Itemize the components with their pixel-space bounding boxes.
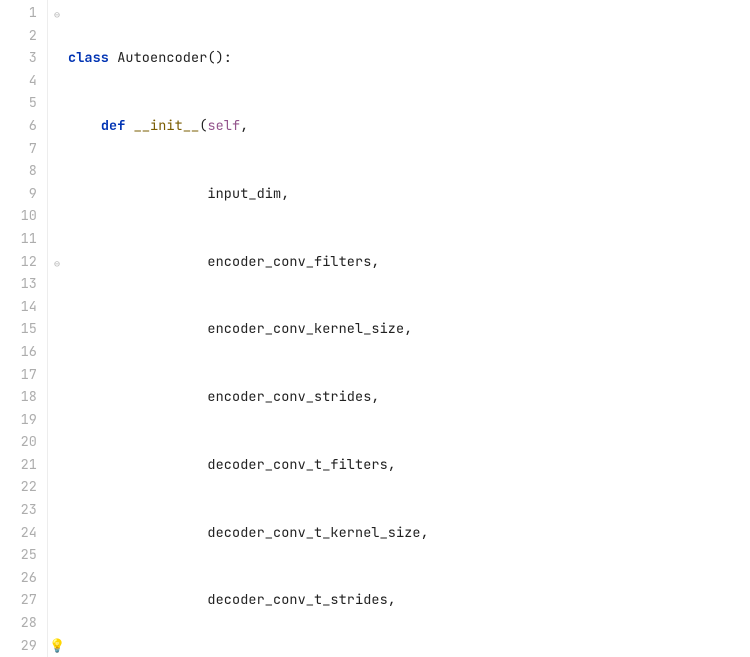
code-line[interactable]: class Autoencoder():	[68, 47, 750, 70]
line-number: 16	[0, 341, 37, 364]
fold-icon[interactable]: ⊖	[51, 253, 63, 276]
line-number: 18	[0, 386, 37, 409]
line-number: 27	[0, 589, 37, 612]
line-number: 17	[0, 364, 37, 387]
line-number: 24	[0, 522, 37, 545]
code-line[interactable]: encoder_conv_strides,	[68, 386, 750, 409]
code-editor[interactable]: 1234567891011121314151617181920212223242…	[0, 0, 750, 657]
line-number: 25	[0, 544, 37, 567]
code-line[interactable]: decoder_conv_t_filters,	[68, 454, 750, 477]
line-number-gutter: 1234567891011121314151617181920212223242…	[0, 0, 48, 657]
code-line[interactable]: decoder_conv_t_strides,	[68, 589, 750, 612]
line-number: 22	[0, 476, 37, 499]
code-line[interactable]: def __init__(self,	[68, 115, 750, 138]
line-number: 14	[0, 296, 37, 319]
line-number: 8	[0, 160, 37, 183]
code-line[interactable]: encoder_conv_filters,	[68, 251, 750, 274]
intention-bulb-icon[interactable]: 💡	[49, 635, 65, 657]
code-area[interactable]: class Autoencoder(): def __init__(self, …	[68, 0, 750, 657]
line-number: 5	[0, 92, 37, 115]
line-number: 7	[0, 138, 37, 161]
code-line[interactable]: input_dim,	[68, 183, 750, 206]
gutter-icons-column: ⊖ ⊖ 💡	[48, 0, 68, 657]
code-line[interactable]: decoder_conv_t_kernel_size,	[68, 522, 750, 545]
line-number: 12	[0, 251, 37, 274]
line-number: 2	[0, 25, 37, 48]
line-number: 11	[0, 228, 37, 251]
code-line[interactable]: encoder_conv_kernel_size,	[68, 318, 750, 341]
line-number: 20	[0, 431, 37, 454]
line-number: 28	[0, 612, 37, 635]
line-number: 19	[0, 409, 37, 432]
line-number: 9	[0, 183, 37, 206]
line-number: 3	[0, 47, 37, 70]
line-number: 6	[0, 115, 37, 138]
line-number: 13	[0, 273, 37, 296]
line-number: 29	[0, 635, 37, 657]
line-number: 23	[0, 499, 37, 522]
line-number: 21	[0, 454, 37, 477]
line-number: 15	[0, 318, 37, 341]
line-number: 26	[0, 567, 37, 590]
line-number: 1	[0, 2, 37, 25]
line-number: 4	[0, 70, 37, 93]
fold-icon[interactable]: ⊖	[51, 4, 63, 27]
line-number: 10	[0, 205, 37, 228]
